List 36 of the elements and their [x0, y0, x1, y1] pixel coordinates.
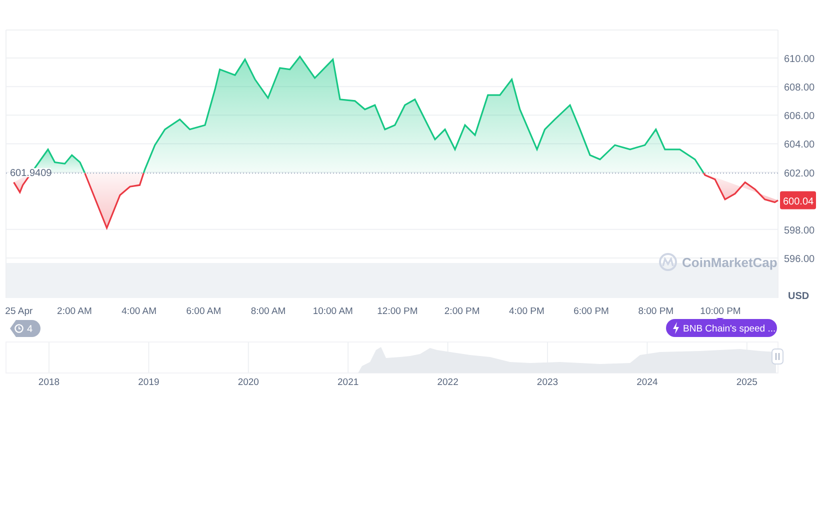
currency-label: USD: [788, 291, 810, 302]
year-label: 2019: [138, 377, 160, 388]
year-label: 2023: [536, 377, 558, 388]
y-axis-label: 596.00: [784, 254, 815, 265]
x-axis-label: 4:00 PM: [509, 306, 544, 317]
year-label: 2018: [38, 377, 60, 388]
range-handle[interactable]: [772, 348, 784, 364]
price-tag: 600.04: [780, 191, 816, 210]
x-axis-label: 10:00 AM: [312, 306, 353, 317]
x-axis-label: 4:00 AM: [122, 306, 156, 317]
year-label: 2024: [636, 377, 658, 388]
x-axis-label: 2:00 PM: [444, 306, 480, 317]
y-axis-label: 602.00: [784, 168, 815, 180]
watermark-text: CoinMarketCap: [682, 255, 778, 270]
year-label: 2022: [437, 377, 458, 388]
news-button[interactable]: BNB Chain's speed ...: [666, 318, 777, 337]
year-label: 2020: [238, 377, 259, 388]
year-label: 2025: [736, 377, 758, 388]
x-axis-label: 8:00 PM: [638, 306, 674, 317]
reference-label: 601.9409: [10, 168, 52, 180]
y-axis-label: 608.00: [784, 82, 815, 94]
x-axis-label: 12:00 PM: [377, 306, 418, 317]
clock-icon: [14, 324, 24, 333]
x-axis-label: 10:00 PM: [700, 306, 741, 317]
y-axis-label: 598.00: [784, 225, 815, 236]
logo-icon: [659, 253, 677, 271]
x-axis-label: 6:00 AM: [186, 306, 222, 317]
x-axis-label: 8:00 AM: [250, 306, 286, 317]
y-axis-label: 606.00: [784, 111, 815, 122]
x-axis-label: 6:00 PM: [574, 306, 609, 317]
y-axis-label: 610.00: [784, 54, 815, 65]
y-axis-label: 604.00: [784, 140, 815, 151]
x-axis-label: 25 Apr: [5, 306, 33, 317]
x-axis-label: 2:00 AM: [57, 306, 92, 317]
year-label: 2021: [338, 377, 359, 388]
bolt-icon: [673, 322, 679, 334]
